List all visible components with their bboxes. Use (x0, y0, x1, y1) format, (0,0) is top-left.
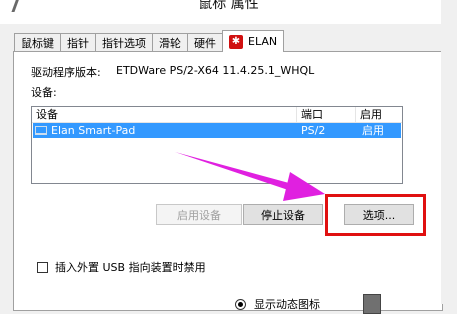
window-title: 鼠标 属性 (198, 0, 259, 12)
driver-version-value: ETDWare PS/2-X64 11.4.25.1_WHQL (116, 64, 315, 77)
show-dynamic-icon-option[interactable]: 显示动态图标 (235, 296, 320, 312)
device-name: Elan Smart-Pad (51, 124, 136, 137)
device-port: PS/2 (301, 124, 326, 137)
enable-device-button[interactable]: 启用设备 (156, 204, 242, 225)
device-row-selected[interactable]: Elan Smart-Pad PS/2 启用 (33, 123, 401, 138)
device-list[interactable]: 设备 端口 启用 Elan Smart-Pad PS/2 启用 (31, 106, 403, 184)
disable-on-usb-option[interactable]: 插入外置 USB 指向装置时禁用 (37, 259, 206, 275)
show-dynamic-icon-label: 显示动态图标 (254, 298, 320, 311)
column-header-port[interactable]: 端口 (297, 107, 356, 122)
disable-on-usb-checkbox[interactable] (37, 261, 48, 273)
device-enabled: 启用 (362, 124, 384, 137)
stop-device-button[interactable]: 停止设备 (243, 204, 323, 225)
devices-label: 设备: (31, 86, 57, 99)
touchpad-icon (35, 126, 47, 135)
title-bar: 鼠标 属性 (0, 0, 457, 24)
window-edge (441, 0, 457, 304)
column-header-device[interactable]: 设备 (32, 107, 297, 122)
device-list-header: 设备 端口 启用 (32, 107, 402, 123)
highlight-box (325, 194, 426, 236)
tray-icon-preview (363, 294, 381, 314)
tab-elan-label: ELAN (248, 35, 278, 48)
show-dynamic-icon-radio[interactable] (235, 298, 246, 310)
tab-mouse-buttons[interactable]: 鼠标键 (14, 33, 61, 52)
elan-logo-icon: ✱ (229, 34, 243, 49)
tab-pointer-options[interactable]: 指针选项 (95, 33, 153, 52)
tab-elan[interactable]: ✱ ELAN (222, 30, 285, 52)
elan-tab-panel: 驱动程序版本: ETDWare PS/2-X64 11.4.25.1_WHQL … (13, 51, 443, 314)
tab-hardware[interactable]: 硬件 (187, 33, 223, 52)
tab-pointers[interactable]: 指针 (60, 33, 96, 52)
tab-wheel[interactable]: 滑轮 (152, 33, 188, 52)
column-header-enabled[interactable]: 启用 (356, 107, 404, 122)
disable-on-usb-label: 插入外置 USB 指向装置时禁用 (55, 261, 206, 274)
tab-strip: 鼠标键 指针 指针选项 滑轮 硬件 ✱ ELAN (14, 30, 285, 52)
driver-version-label: 驱动程序版本: (31, 66, 101, 79)
